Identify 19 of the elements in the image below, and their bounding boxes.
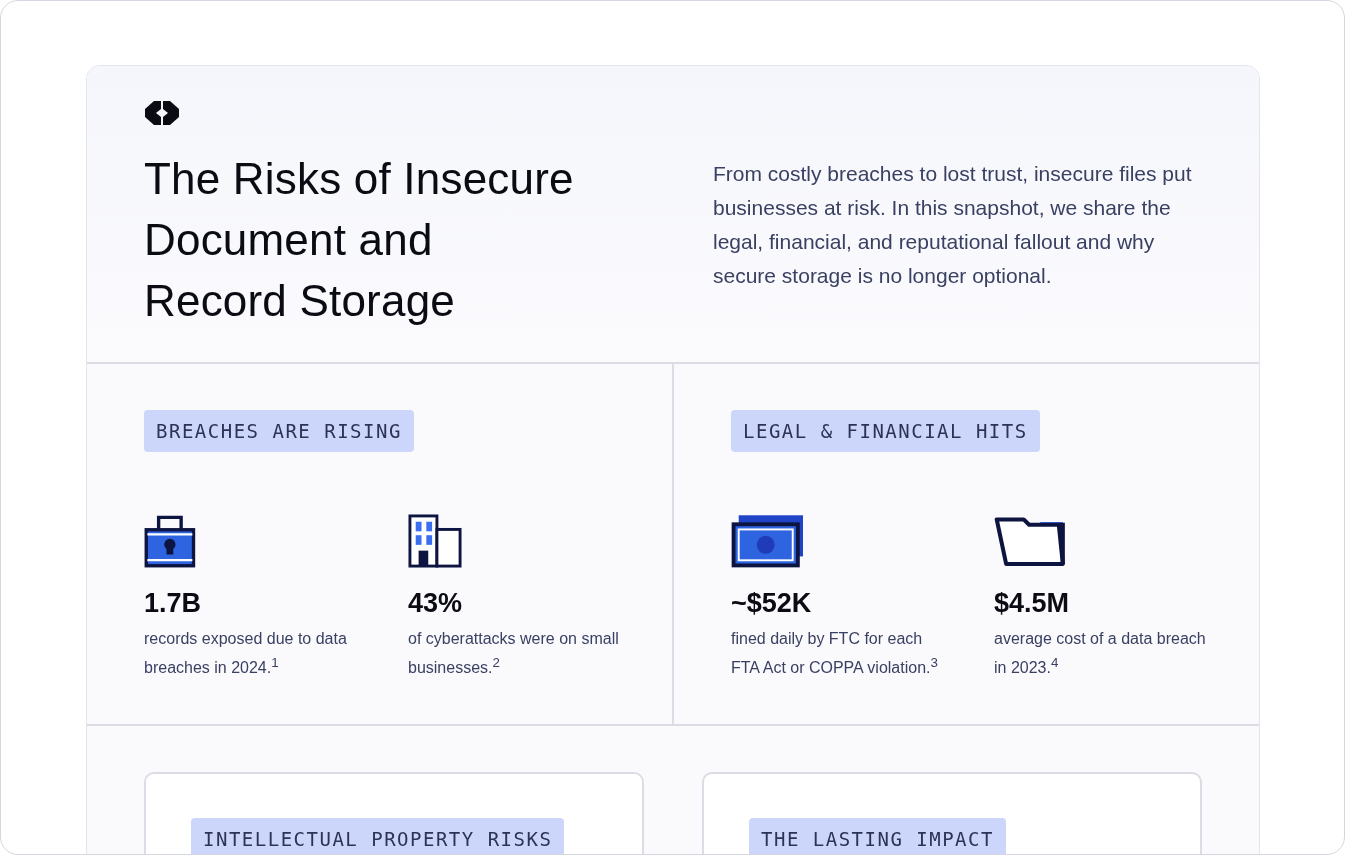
stat-description: average cost of a data breach in 2023.$^{4}$ [994,629,1207,679]
stat-description: of cyberattacks were on small businesses.$^{2}$ [408,629,620,679]
lock-icon [144,514,196,568]
intro-paragraph: From costly breaches to lost trust, insecure files put businesses at risk. In this snapshot, we share the legal, financial, and reputational fallout and why secure storage is no longer optional. [713,161,1193,289]
page-title: The Risks of Insecure Document and Record Storage [144,153,574,327]
stat-description: records exposed due to data breaches in 2024.$^{1}$ [144,629,348,679]
section-tag: LEGAL & FINANCIAL HITS [731,410,1040,452]
section-tag: BREACHES ARE RISING [144,410,414,452]
section-tag: THE LASTING IMPACT [749,818,1006,854]
section-tag: INTELLECTUAL PROPERTY RISKS [191,818,565,854]
stat-value: 43% [408,588,463,619]
logo-icon [144,100,180,126]
building-icon [408,514,462,568]
stat-value: ~$52K [731,588,812,619]
stat-value: $4.5M [994,588,1070,619]
banknote-icon [731,514,806,568]
folder-icon [994,514,1067,568]
stat-description: fined daily by FTC for each FTA Act or COPPA violation.$^{3}$ [731,629,939,679]
stat-value: 1.7B [144,588,202,619]
